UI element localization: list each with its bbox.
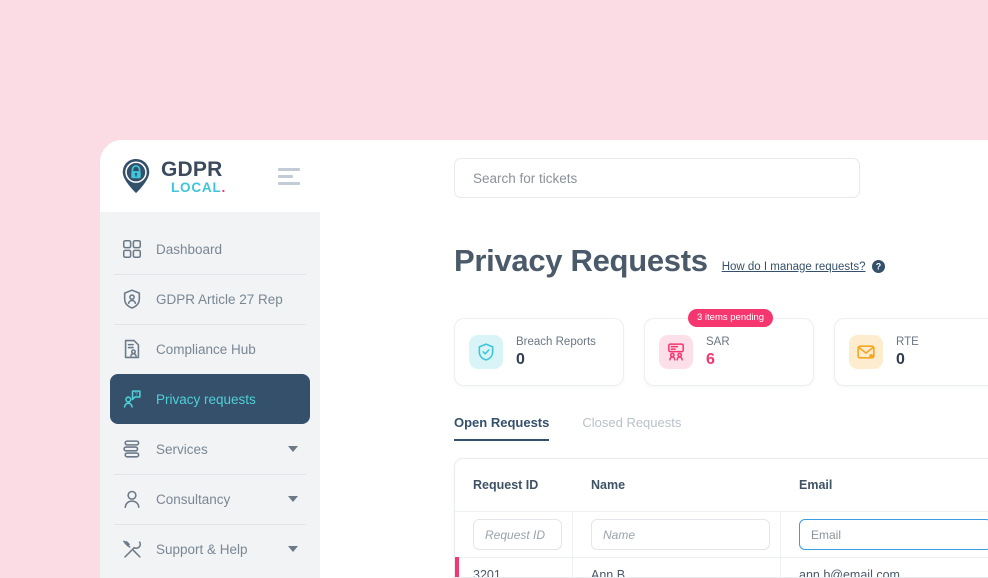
page-title: Privacy Requests [454, 243, 708, 278]
help-link[interactable]: How do I manage requests? [722, 261, 866, 273]
stat-card-label: SAR [706, 335, 730, 348]
brand-dot: . [221, 179, 227, 195]
column-header: Name [591, 478, 626, 492]
filter-input-name[interactable] [591, 519, 770, 550]
sidebar: GDPR LOCAL. Dashboard GDPR Article 27 Rep… [100, 140, 320, 578]
sidebar-item-label: Compliance Hub [156, 341, 256, 357]
stat-card-breach-reports[interactable]: Breach Reports 0 [454, 318, 624, 386]
stat-card-text: Breach Reports 0 [516, 336, 596, 369]
requests-table: Request IDNameEmailRequest Type 3201Ann … [454, 458, 988, 578]
screen: GDPR LOCAL. Dashboard GDPR Article 27 Rep… [0, 0, 988, 578]
svg-text:?: ? [875, 262, 880, 272]
sidebar-nav: Dashboard GDPR Article 27 Rep Compliance H… [100, 212, 320, 574]
table-filter-row [455, 511, 988, 557]
table-header-row: Request IDNameEmailRequest Type [455, 459, 988, 511]
filter-cell [573, 511, 781, 557]
sidebar-item-dashboard[interactable]: Dashboard [110, 224, 310, 274]
filter-cell [781, 511, 988, 557]
stat-cards: Breach Reports03 items pendingSAR6RTE0C! [454, 309, 988, 386]
stat-card-sar[interactable]: 3 items pending SAR 6 [644, 309, 814, 386]
chevron-down-icon[interactable] [288, 496, 298, 502]
stacked-list-icon [121, 438, 143, 460]
stat-card-label: Breach Reports [516, 335, 596, 348]
filter-input-request-id[interactable] [473, 519, 562, 550]
chevron-down-icon[interactable] [288, 546, 298, 552]
search-box[interactable] [454, 158, 860, 198]
grid-squares-icon [121, 238, 143, 260]
data-subject-icon [659, 335, 693, 369]
stat-card-label: RTE [896, 335, 919, 348]
brand-logo[interactable]: GDPR LOCAL. [120, 158, 278, 195]
brand-name: GDPR [161, 157, 223, 181]
brand-text: GDPR LOCAL. [161, 158, 226, 195]
table-cell-email: ann.b@email.com [781, 557, 988, 577]
stat-card-rte[interactable]: RTE 0 [834, 318, 988, 386]
stat-card-value: 6 [706, 351, 715, 369]
sidebar-item-privacy-requests[interactable]: ? Privacy requests [110, 374, 310, 424]
stat-card-value: 0 [516, 351, 525, 369]
sidebar-item-compliance-hub[interactable]: Compliance Hub [110, 324, 310, 374]
hamburger-icon[interactable] [278, 167, 304, 185]
person-icon [121, 488, 143, 510]
chevron-down-icon[interactable] [288, 446, 298, 452]
sidebar-item-gdpr-article-27-rep[interactable]: GDPR Article 27 Rep [110, 274, 310, 324]
shield-check-icon [469, 335, 503, 369]
table-cell-name: Ann B. [573, 557, 781, 577]
column-header: Email [799, 478, 833, 492]
shield-person-icon [121, 288, 143, 310]
stat-card-value: 0 [896, 351, 905, 369]
sidebar-item-label: Dashboard [156, 241, 223, 257]
request-tabs: Open Requests Closed Requests [454, 415, 681, 441]
sidebar-item-services[interactable]: Services [110, 424, 310, 474]
sidebar-item-label: GDPR Article 27 Rep [156, 291, 283, 307]
sidebar-item-label: Services [156, 441, 208, 457]
sidebar-header: GDPR LOCAL. [100, 140, 320, 212]
tab-closed-requests[interactable]: Closed Requests [582, 415, 681, 439]
status-badge: 3 items pending [688, 309, 774, 327]
sidebar-item-label: Privacy requests [156, 391, 256, 407]
sidebar-item-support-help[interactable]: Support & Help [110, 524, 310, 574]
question-circle-icon[interactable]: ? [871, 260, 885, 273]
page-header: Privacy Requests How do I manage request… [454, 245, 885, 276]
tools-icon [121, 538, 143, 560]
table-row[interactable]: 3201Ann B.ann.b@email.comSAR [455, 557, 988, 577]
stat-card-text: SAR 6 [706, 336, 730, 369]
stat-card-text: RTE 0 [896, 336, 919, 369]
document-person-icon [121, 338, 143, 360]
table-cell-request-id: 3201 [455, 557, 573, 577]
column-header: Request ID [473, 478, 539, 492]
sidebar-item-consultancy[interactable]: Consultancy [110, 474, 310, 524]
sidebar-item-label: Consultancy [156, 491, 231, 507]
search-input[interactable] [473, 170, 841, 186]
app-window: GDPR LOCAL. Dashboard GDPR Article 27 Rep… [100, 140, 988, 578]
help-link-group[interactable]: How do I manage requests? ? [722, 260, 885, 276]
person-question-icon: ? [121, 388, 143, 410]
main-content: Privacy Requests How do I manage request… [320, 140, 988, 578]
sidebar-item-label: Support & Help [156, 541, 248, 557]
tab-open-requests[interactable]: Open Requests [454, 415, 550, 441]
envelope-key-icon [849, 335, 883, 369]
brand-subtitle: LOCAL. [171, 179, 227, 195]
filter-cell [455, 511, 573, 557]
map-pin-lock-icon [122, 158, 150, 194]
filter-input-email[interactable] [799, 519, 988, 550]
